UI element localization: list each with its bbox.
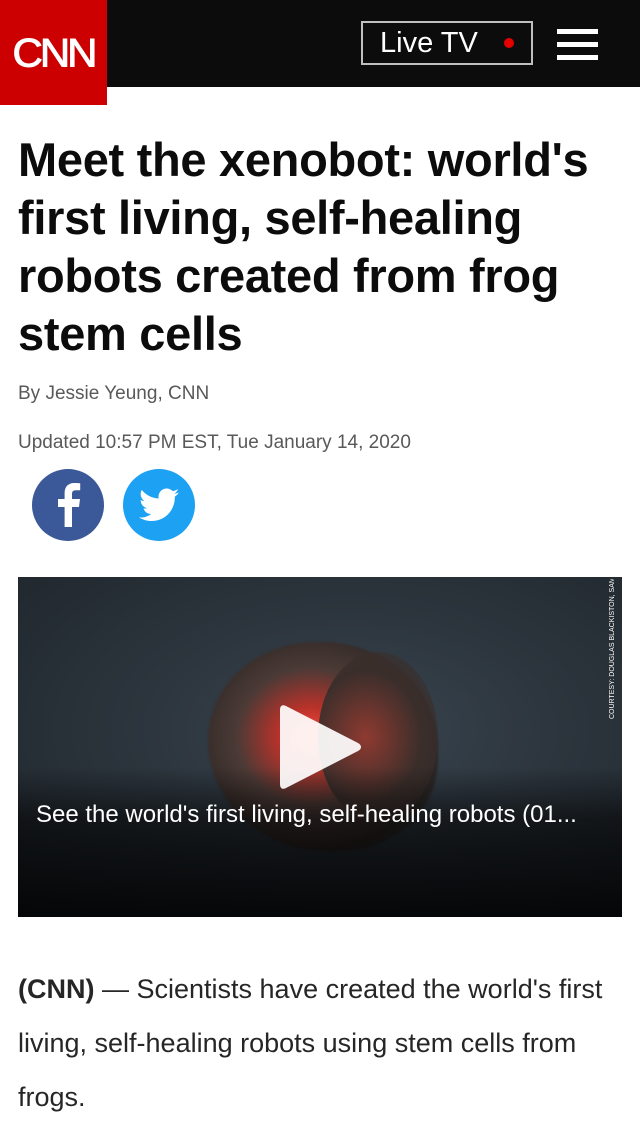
hamburger-icon[interactable] xyxy=(557,29,598,61)
menu-bar xyxy=(557,55,598,60)
live-tv-label: Live TV xyxy=(380,26,478,59)
dateline-source: (CNN) xyxy=(18,974,95,1004)
menu-bar xyxy=(557,29,598,34)
twitter-icon xyxy=(139,488,179,521)
video-player[interactable]: COURTESY: DOUGLAS BLACKISTON, SAM KRIEGM… xyxy=(18,577,622,917)
article-byline: By Jessie Yeung, CNN xyxy=(18,383,210,404)
live-indicator-dot xyxy=(504,38,514,48)
logo-text: CNN xyxy=(12,29,98,75)
video-caption: See the world's first living, self-heali… xyxy=(36,801,577,828)
twitter-share-button[interactable] xyxy=(123,469,195,541)
article-lead-paragraph: (CNN) — Scientists have created the worl… xyxy=(18,962,618,1124)
play-icon[interactable] xyxy=(280,702,362,792)
live-tv-button[interactable]: Live TV xyxy=(361,21,533,65)
article-timestamp: Updated 10:57 PM EST, Tue January 14, 20… xyxy=(18,432,411,453)
dateline-dash: — xyxy=(94,974,137,1004)
facebook-icon xyxy=(58,483,81,527)
facebook-share-button[interactable] xyxy=(32,469,104,541)
video-credit: COURTESY: DOUGLAS BLACKISTON, SAM KRIEGM… xyxy=(609,579,616,719)
menu-bar xyxy=(557,42,598,47)
article-headline: Meet the xenobot: world's first living, … xyxy=(18,133,589,360)
cnn-logo[interactable]: CNN xyxy=(0,0,107,105)
